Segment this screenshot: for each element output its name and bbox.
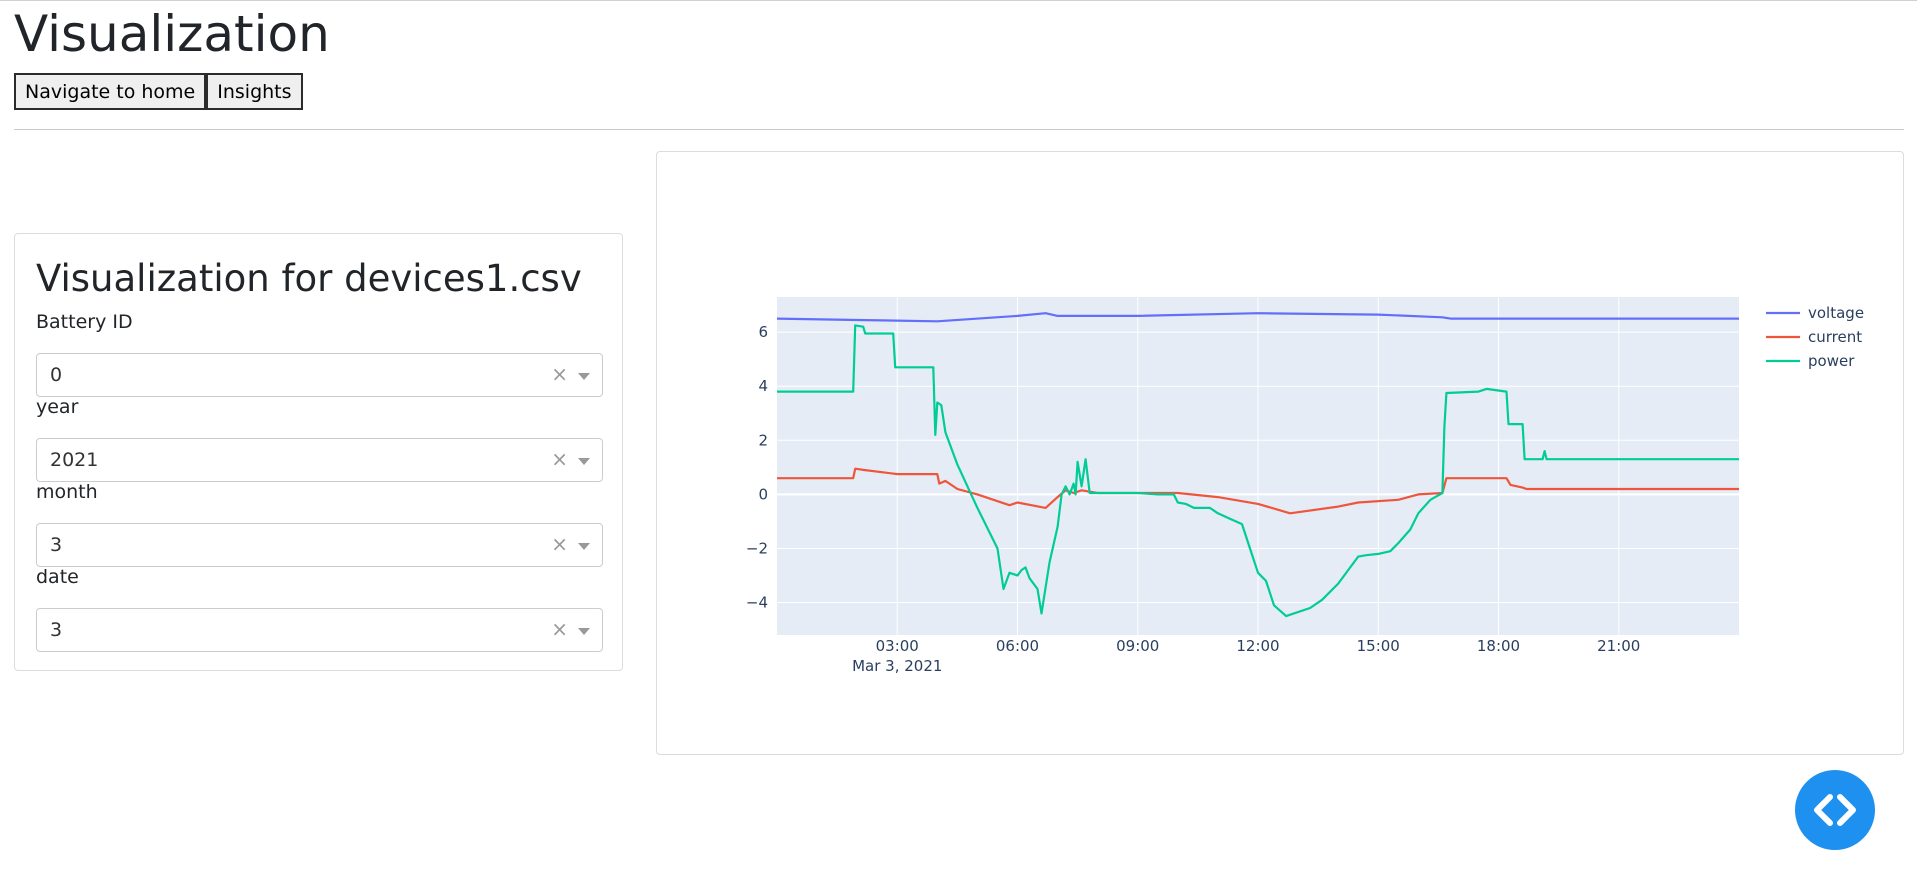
line-chart[interactable]: 03:00 06:00 09:00 12:00 15:00 18:00 21:00 Mar 3… (656, 151, 1904, 755)
y-tick-label: 4 (758, 377, 768, 395)
chevron-down-icon[interactable] (578, 373, 590, 380)
x-tick-label: 15:00 (1357, 637, 1400, 655)
y-tick-label: −4 (746, 594, 768, 612)
page-title: Visualization (14, 5, 330, 63)
power-legend-label: power (1808, 352, 1855, 370)
horizontal-divider (14, 129, 1904, 130)
voltage-legend-label: voltage (1808, 304, 1864, 322)
month-label: month (36, 481, 98, 503)
code-brackets-icon (1814, 794, 1856, 826)
chevron-down-icon[interactable] (578, 543, 590, 550)
x-tick-label: 21:00 (1597, 637, 1640, 655)
clear-icon[interactable]: × (551, 618, 568, 640)
date-label: date (36, 566, 79, 588)
month-value: 3 (50, 534, 63, 556)
chart-card: 03:00 06:00 09:00 12:00 15:00 18:00 21:00 Mar 3… (656, 151, 1904, 755)
x-tick-label: 18:00 (1477, 637, 1520, 655)
x-date-label: Mar 3, 2021 (852, 657, 942, 675)
year-value: 2021 (50, 449, 99, 471)
battery-id-dropdown[interactable]: 0 × (36, 353, 603, 397)
battery-id-label: Battery ID (36, 311, 133, 333)
clear-icon[interactable]: × (551, 533, 568, 555)
code-toggle-button[interactable] (1795, 770, 1875, 850)
y-tick-label: −2 (746, 539, 768, 557)
x-tick-label: 06:00 (996, 637, 1039, 655)
clear-icon[interactable]: × (551, 448, 568, 470)
date-dropdown[interactable]: 3 × (36, 608, 603, 652)
month-dropdown[interactable]: 3 × (36, 523, 603, 567)
clear-icon[interactable]: × (551, 363, 568, 385)
filter-panel: Visualization for devices1.csv Battery I… (14, 233, 623, 671)
y-tick-label: 0 (758, 485, 768, 503)
insights-button[interactable]: Insights (206, 73, 303, 110)
x-tick-label: 03:00 (876, 637, 919, 655)
y-tick-label: 6 (758, 323, 768, 341)
navigate-home-button[interactable]: Navigate to home (14, 73, 207, 110)
legend[interactable]: voltage current power (1766, 304, 1864, 370)
panel-title: Visualization for devices1.csv (36, 257, 582, 300)
y-tick-label: 2 (758, 431, 768, 449)
x-tick-label: 12:00 (1236, 637, 1279, 655)
year-label: year (36, 396, 79, 418)
battery-id-value: 0 (50, 364, 63, 386)
top-rule (0, 0, 1917, 1)
year-dropdown[interactable]: 2021 × (36, 438, 603, 482)
date-value: 3 (50, 619, 63, 641)
nav-buttons: Navigate to home Insights (14, 73, 303, 110)
chevron-down-icon[interactable] (578, 458, 590, 465)
current-legend-label: current (1808, 328, 1862, 346)
x-tick-label: 09:00 (1116, 637, 1159, 655)
chevron-down-icon[interactable] (578, 628, 590, 635)
